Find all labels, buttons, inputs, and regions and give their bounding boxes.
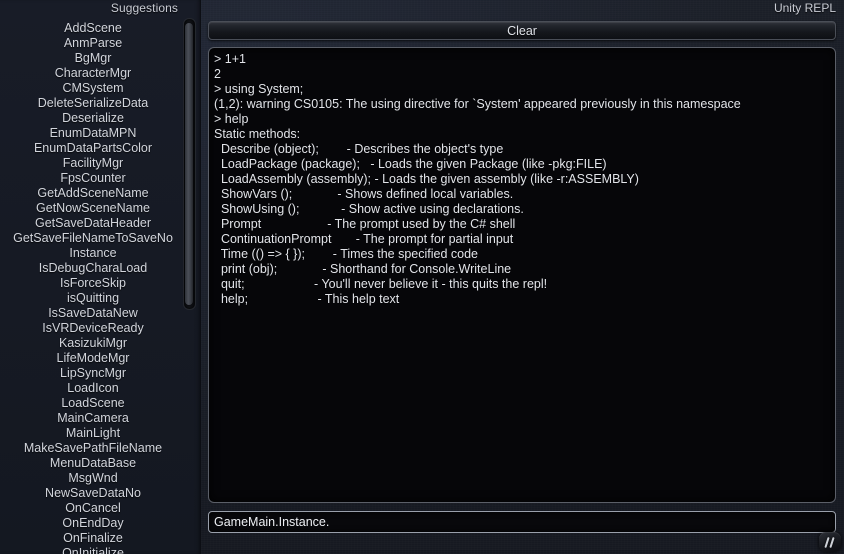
suggestion-item[interactable]: Instance: [0, 246, 186, 261]
window-title-label: Unity REPL: [773, 1, 836, 15]
console-output-lines: > 1+1 2 > using System; (1,2): warning CS01…: [214, 52, 832, 307]
console-line: Describe (object); - Describes the objec…: [214, 142, 504, 156]
console-line: (1,2): warning CS0105: The using directi…: [214, 97, 741, 111]
resize-slash-2: [829, 536, 835, 549]
suggestion-item[interactable]: EnumDataMPN: [0, 126, 186, 141]
suggestion-item[interactable]: CMSystem: [0, 81, 186, 96]
console-line: > using System;: [214, 82, 304, 96]
suggestion-item[interactable]: CharacterMgr: [0, 66, 186, 81]
console-line: > 1+1: [214, 52, 246, 66]
console-line: 2: [214, 67, 221, 81]
repl-input-field[interactable]: GameMain.Instance.: [208, 511, 836, 533]
suggestion-item[interactable]: IsVRDeviceReady: [0, 321, 186, 336]
suggestion-item[interactable]: IsDebugCharaLoad: [0, 261, 186, 276]
suggestion-item[interactable]: GetSaveDataHeader: [0, 216, 186, 231]
suggestion-item[interactable]: GetAddSceneName: [0, 186, 186, 201]
console-line: print (obj); - Shorthand for Console.Wri…: [214, 262, 512, 276]
suggestion-item[interactable]: DeleteSerializeData: [0, 96, 186, 111]
suggestion-item[interactable]: LoadScene: [0, 396, 186, 411]
console-line: > help: [214, 112, 249, 126]
repl-input-text: GameMain.Instance.: [214, 515, 330, 529]
console-line: ShowVars (); - Shows defined local varia…: [214, 187, 514, 201]
console-line: LoadAssembly (assembly); - Loads the giv…: [214, 172, 639, 186]
suggestions-list[interactable]: AddScene AnmParse BgMgr CharacterMgr CMSyste…: [0, 21, 186, 554]
suggestion-item[interactable]: MainCamera: [0, 411, 186, 426]
suggestion-item[interactable]: EnumDataPartsColor: [0, 141, 186, 156]
suggestion-item[interactable]: MakeSavePathFileName: [0, 441, 186, 456]
console-line: Time (() => { }); - Times the specified …: [214, 247, 478, 261]
suggestion-item[interactable]: NewSaveDataNo: [0, 486, 186, 501]
suggestion-item[interactable]: MenuDataBase: [0, 456, 186, 471]
suggestion-item[interactable]: BgMgr: [0, 51, 186, 66]
console-output-panel[interactable]: > 1+1 2 > using System; (1,2): warning CS01…: [208, 47, 836, 503]
suggestion-item[interactable]: LipSyncMgr: [0, 366, 186, 381]
console-line: help; - This help text: [214, 292, 400, 306]
console-line: ContinuationPrompt - The prompt for part…: [214, 232, 514, 246]
suggestion-item[interactable]: MsgWnd: [0, 471, 186, 486]
resize-handle-icon[interactable]: [819, 532, 841, 552]
suggestion-item[interactable]: OnFinalize: [0, 531, 186, 546]
suggestion-item[interactable]: FacilityMgr: [0, 156, 186, 171]
console-line: quit; - You'll never believe it - this q…: [214, 277, 548, 291]
console-line: Prompt - The prompt used by the C# shell: [214, 217, 516, 231]
console-line: ShowUsing (); - Show active using declar…: [214, 202, 524, 216]
console-line: Static methods:: [214, 127, 301, 141]
suggestions-header-label: Suggestions: [110, 1, 178, 15]
console-line: LoadPackage (package); - Loads the given…: [214, 157, 607, 171]
unity-repl-window: Suggestions AddScene AnmParse BgMgr Charact…: [0, 0, 844, 554]
suggestion-item[interactable]: isQuitting: [0, 291, 186, 306]
suggestion-item[interactable]: KasizukiMgr: [0, 336, 186, 351]
suggestions-scrollbar[interactable]: [183, 18, 196, 310]
suggestion-item[interactable]: OnCancel: [0, 501, 186, 516]
suggestion-item[interactable]: AddScene: [0, 21, 186, 36]
suggestion-item[interactable]: IsForceSkip: [0, 276, 186, 291]
clear-button[interactable]: Clear: [208, 21, 836, 40]
suggestion-item[interactable]: Deserialize: [0, 111, 186, 126]
suggestions-panel: Suggestions AddScene AnmParse BgMgr Charact…: [0, 0, 201, 554]
suggestion-item[interactable]: OnInitialize: [0, 546, 186, 554]
suggestion-item[interactable]: LoadIcon: [0, 381, 186, 396]
suggestions-scrollbar-thumb[interactable]: [185, 23, 193, 305]
suggestion-item[interactable]: IsSaveDataNew: [0, 306, 186, 321]
suggestion-item[interactable]: GetSaveFileNameToSaveNo: [0, 231, 186, 246]
suggestion-item[interactable]: LifeModeMgr: [0, 351, 186, 366]
repl-main-area: Unity REPL Clear > 1+1 2 > using System; (1…: [200, 0, 844, 554]
suggestion-item[interactable]: MainLight: [0, 426, 186, 441]
suggestion-item[interactable]: FpsCounter: [0, 171, 186, 186]
suggestion-item[interactable]: GetNowSceneName: [0, 201, 186, 216]
suggestion-item[interactable]: OnEndDay: [0, 516, 186, 531]
suggestion-item[interactable]: AnmParse: [0, 36, 186, 51]
